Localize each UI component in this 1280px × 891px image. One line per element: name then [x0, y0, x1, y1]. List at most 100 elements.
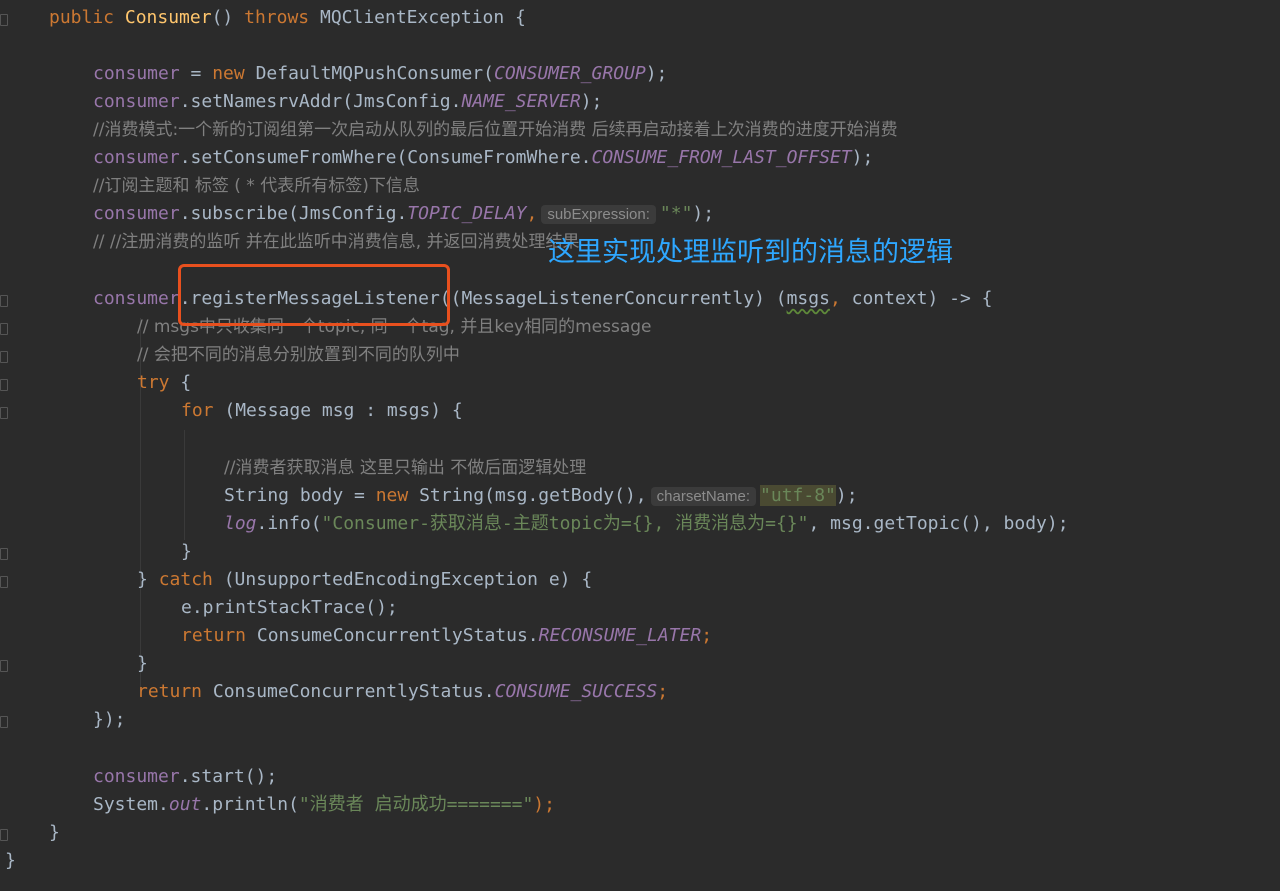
code-comment: //消费模式:一个新的订阅组第一次启动从队列的最后位置开始消费 后续再启动接着上… [93, 120, 898, 140]
constant: CONSUME_SUCCESS [494, 681, 658, 702]
param-msgs: msgs [786, 288, 830, 309]
code-comment: //订阅主题和 标签 ( * 代表所有标签)下信息 [93, 176, 420, 196]
punctuation: ); [851, 147, 874, 168]
punctuation: ; [657, 681, 669, 702]
code-line-1: public Consumer() throws MQClientExcepti… [49, 4, 526, 32]
type-ref: ConsumeConcurrentlyStatus. [246, 625, 539, 646]
fold-marker-icon[interactable] [0, 14, 8, 26]
annotation-text: 这里实现处理监听到的消息的逻辑 [548, 237, 953, 268]
method-call: .subscribe(JmsConfig. [179, 203, 408, 224]
field-consumer: consumer [93, 203, 180, 224]
constant: RECONSUME_LATER [538, 625, 702, 646]
highlight-box [178, 264, 450, 326]
fold-marker-icon[interactable] [0, 351, 8, 363]
fold-marker-icon[interactable] [0, 548, 8, 560]
code-line-12: try { [137, 369, 191, 397]
punctuation: , [829, 288, 841, 309]
code-line-22: return ConsumeConcurrentlyStatus.CONSUME… [137, 678, 668, 706]
code-line-19: e.printStackTrace(); [181, 597, 398, 618]
punctuation: ); [645, 63, 668, 84]
code-comment: // //注册消费的监听 并在此监听中消费信息, 并返回消费处理结果 [93, 232, 580, 252]
code-line-24: consumer.start(); [93, 763, 277, 791]
field-consumer: consumer [93, 766, 180, 787]
type-ref: ConsumeConcurrentlyStatus. [202, 681, 495, 702]
brace: } [137, 569, 159, 590]
code-line-2: consumer = new DefaultMQPushConsumer(CON… [93, 60, 667, 88]
code-line-17: } [181, 541, 192, 562]
punctuation: ; [701, 625, 713, 646]
code-line-13: for (Message msg : msgs) { [181, 397, 463, 425]
code-comment: //消费者获取消息 这里只输出 不做后面逻辑处理 [224, 458, 587, 478]
method-call: .setNamesrvAddr(JmsConfig. [179, 91, 462, 112]
exception-type: MQClientException { [319, 7, 526, 28]
keyword-try: try [137, 372, 170, 393]
code-line-23: }); [93, 709, 126, 730]
keyword-catch: catch [158, 569, 213, 590]
brace: { [169, 372, 192, 393]
fold-marker-icon[interactable] [0, 576, 8, 588]
param-context: context) -> { [840, 288, 993, 309]
keyword-return: return [181, 625, 247, 646]
fold-marker-icon[interactable] [0, 295, 8, 307]
method-call: .start(); [179, 766, 278, 787]
punctuation: ); [835, 485, 858, 506]
parameter-hint: charsetName: [650, 487, 757, 506]
string-literal: "Consumer-获取消息-主题topic为={}, 消费消息为={}" [321, 513, 809, 534]
method-name: Consumer [124, 7, 212, 28]
constant: CONSUMER_GROUP [493, 63, 646, 84]
arguments: , msg.getTopic(), body); [808, 513, 1069, 534]
keyword-new: new [375, 485, 409, 506]
code-line-3: consumer.setNamesrvAddr(JmsConfig.NAME_S… [93, 88, 602, 116]
fold-marker-icon[interactable] [0, 829, 8, 841]
keyword-new: new [212, 63, 245, 84]
string-literal: "消费者 启动成功=======" [298, 794, 534, 815]
punctuation: ); [692, 203, 715, 224]
keyword-return: return [137, 681, 203, 702]
parens: () [211, 7, 234, 28]
code-line-25: System.out.println("消费者 启动成功======="); [93, 791, 555, 819]
keyword-for: for [181, 400, 214, 421]
code-line-20: return ConsumeConcurrentlyStatus.RECONSU… [181, 622, 712, 650]
field-consumer: consumer [93, 288, 180, 309]
code-line-21: } [137, 653, 148, 674]
constructor-call: String(msg.getBody(), [408, 485, 647, 506]
code-line-18: } catch (UnsupportedEncodingException e)… [137, 566, 592, 594]
parameter-hint: subExpression: [541, 205, 656, 224]
punctuation: ); [580, 91, 603, 112]
string-literal: "*" [659, 203, 693, 224]
string-literal: "utf-8" [760, 485, 836, 506]
keyword-throws: throws [244, 7, 310, 28]
class-name: DefaultMQPushConsumer( [244, 63, 494, 84]
code-line-27: } [5, 850, 16, 871]
code-line-5: consumer.setConsumeFromWhere(ConsumeFrom… [93, 144, 873, 172]
for-header: (Message msg : msgs) { [213, 400, 463, 421]
fold-marker-icon[interactable] [0, 323, 8, 335]
code-line-16: log.info("Consumer-获取消息-主题topic为={}, 消费消… [224, 510, 1069, 538]
field-consumer: consumer [93, 63, 180, 84]
field-log: log [224, 513, 257, 534]
field-consumer: consumer [93, 91, 180, 112]
fold-marker-icon[interactable] [0, 660, 8, 672]
method-call: .println( [201, 794, 299, 815]
constant: CONSUME_FROM_LAST_OFFSET [591, 147, 852, 168]
code-comment: // 会把不同的消息分别放置到不同的队列中 [137, 345, 460, 365]
code-line-15: String body = new String(msg.getBody(), c… [224, 482, 858, 510]
catch-header: (UnsupportedEncodingException e) { [212, 569, 593, 590]
code-line-26: } [49, 822, 60, 843]
keyword-public: public [49, 7, 115, 28]
cast: ((MessageListenerConcurrently) ( [439, 288, 787, 309]
punctuation: , [526, 203, 538, 224]
fold-marker-icon[interactable] [0, 407, 8, 419]
fold-marker-icon[interactable] [0, 716, 8, 728]
declaration: String body = [224, 485, 376, 506]
method-call: .info( [256, 513, 322, 534]
punctuation: ); [533, 794, 555, 815]
indent-guide [184, 430, 185, 540]
field-out: out [168, 794, 202, 815]
class-ref: System. [93, 794, 169, 815]
operator: = [179, 63, 213, 84]
fold-marker-icon[interactable] [0, 379, 8, 391]
field-consumer: consumer [93, 147, 180, 168]
code-line-7: consumer.subscribe(JmsConfig.TOPIC_DELAY… [93, 200, 714, 228]
constant: TOPIC_DELAY [407, 203, 527, 224]
